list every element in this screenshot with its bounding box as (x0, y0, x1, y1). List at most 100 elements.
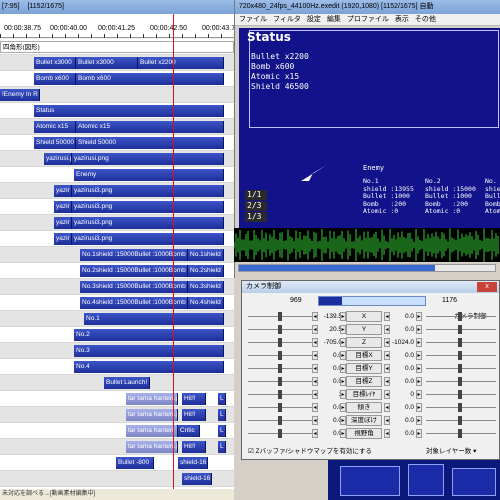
timeline-layer[interactable]: 四角形(図形) (0, 39, 234, 55)
increment-button[interactable]: ▸ (416, 364, 422, 373)
timeline-clip[interactable]: tar tama hanten.pn (126, 393, 178, 405)
timeline-layer[interactable]: shield-16 (0, 471, 234, 487)
param-slider-thumb[interactable] (278, 429, 282, 438)
param-slider-thumb[interactable] (458, 429, 462, 438)
increment-button[interactable]: ▸ (416, 338, 422, 347)
param-name-button[interactable]: 目標ﾚｲﾔ (346, 389, 382, 400)
param-value-right[interactable]: 0 (390, 390, 414, 399)
timeline-layer[interactable]: Bomb x600 Bomb x600 (0, 71, 234, 87)
param-value-right[interactable]: 0.0 (390, 416, 414, 425)
preview-canvas[interactable]: Status Bullet x2200 Bomb x600 Atomic x15… (239, 28, 500, 228)
param-slider-thumb[interactable] (278, 351, 282, 360)
timeline-layer[interactable]: No.2 (0, 327, 234, 343)
timeline-clip[interactable]: Bullet -800 (116, 457, 154, 469)
timeline-layer[interactable]: yazir yazirusi3.png (0, 231, 234, 247)
increment-button[interactable]: ▸ (416, 351, 422, 360)
param-value-left[interactable]: 0.0 (318, 416, 342, 425)
timeline-layer[interactable]: tar tama hanten.pn Hit!! L (0, 407, 234, 423)
timeline-clip[interactable]: yazirusi3.png (72, 185, 224, 197)
timeline-layer[interactable]: No.1 (0, 311, 234, 327)
timeline-clip[interactable]: Status (34, 105, 224, 117)
timeline-layer[interactable]: No.1shield :15000Bullet :1000Bomb No.1shi… (0, 247, 234, 263)
param-slider-thumb[interactable] (458, 377, 462, 386)
thumbnail-window[interactable] (340, 466, 400, 496)
timeline-clip[interactable]: Bullet x3000 (76, 57, 138, 69)
timeline-clip[interactable]: No.3shield (188, 281, 224, 293)
frame-range-bar[interactable] (318, 296, 426, 306)
param-value-right[interactable]: 0.0 (390, 429, 414, 438)
param-slider-thumb[interactable] (458, 351, 462, 360)
timeline-layer[interactable]: yazir yazirusi3.png (0, 199, 234, 215)
timeline-clip[interactable]: tar tama hanten.pn (126, 441, 178, 453)
param-slider-thumb[interactable] (278, 403, 282, 412)
param-slider-thumb[interactable] (278, 377, 282, 386)
timeline-clip[interactable]: No.1 (84, 313, 224, 325)
param-slider-thumb[interactable] (278, 416, 282, 425)
param-name-button[interactable]: 傾き (346, 402, 382, 413)
param-name-button[interactable]: 視野角 (346, 428, 382, 439)
timeline-clip[interactable]: L (218, 441, 226, 453)
timeline-clip[interactable]: yazir (54, 201, 72, 213)
timeline-layer[interactable]: yazir yazirusi3.png (0, 215, 234, 231)
param-value-left[interactable]: 1 (318, 390, 342, 399)
param-value-right[interactable]: 0.0 (390, 403, 414, 412)
timeline-clip[interactable]: Bullet Launch! (104, 377, 150, 389)
timeline-clip[interactable]: yazirusi3.png (72, 217, 224, 229)
param-name-button[interactable]: Z (346, 337, 382, 348)
timeline-clip[interactable]: Shield 50000 (76, 137, 224, 149)
increment-button[interactable]: ▸ (416, 312, 422, 321)
thumbnail-window[interactable] (408, 464, 444, 496)
zbuffer-checkbox[interactable]: ☑ Zバッファ/シャドウマップを有効にする (248, 445, 372, 455)
param-value-left[interactable]: 0.0 (318, 364, 342, 373)
timeline-clip[interactable]: No.4shield :15000Bullet :1000Bomb (80, 297, 188, 309)
param-slider-thumb[interactable] (458, 403, 462, 412)
timeline-layer[interactable]: Atomic x15 Atomic x15 (0, 119, 234, 135)
timeline-clip[interactable]: Hit!! (182, 393, 206, 405)
timeline-layer[interactable]: yazir yazirusi3.png (0, 183, 234, 199)
timeline-layer[interactable]: No.2shield :15000Bullet :1000Bomb No.2shi… (0, 263, 234, 279)
param-slider-thumb[interactable] (278, 338, 282, 347)
menu-item[interactable]: 編集 (327, 16, 341, 23)
close-button[interactable]: x (477, 282, 497, 292)
timeline-layer[interactable]: tar tama hanten.pn Hit!! L (0, 391, 234, 407)
timeline-clip[interactable]: No.2 (74, 329, 224, 341)
param-name-button[interactable]: 目標Y (346, 363, 382, 374)
timeline-clip[interactable]: !Enemy In R (0, 89, 40, 101)
param-slider-thumb[interactable] (458, 312, 462, 321)
param-slider-thumb[interactable] (278, 312, 282, 321)
timeline-clip[interactable]: Bullet x3000 (34, 57, 76, 69)
param-name-button[interactable]: X (346, 311, 382, 322)
timeline-clip[interactable]: shield-16 (178, 457, 208, 469)
param-value-right[interactable]: 0.0 (390, 325, 414, 334)
menu-item[interactable]: ファイル (239, 16, 267, 23)
timeline-clip[interactable]: No.2shield : (188, 265, 224, 277)
timeline-clip[interactable]: No.1shield (188, 249, 224, 261)
increment-button[interactable]: ▸ (416, 390, 422, 399)
timeline-ruler[interactable]: 00:00:38.75 00:00:40.00 00:00:41.25 00:00:4… (0, 14, 234, 38)
timeline-clip[interactable]: Hit!! (182, 409, 206, 421)
timeline-layer[interactable]: Bullet -800 shield-16 (0, 455, 234, 471)
timeline-layer[interactable]: tar tama hanten.pn Hit!! L (0, 439, 234, 455)
increment-button[interactable]: ▸ (416, 325, 422, 334)
param-name-button[interactable]: 深度ぼけ (346, 415, 382, 426)
preview-title-bar[interactable]: 720x480_24fps_44100Hz.exedit (1920,1080)… (235, 0, 500, 14)
timeline-clip[interactable]: Bomb x600 (76, 73, 224, 85)
increment-button[interactable]: ▸ (416, 377, 422, 386)
param-value-left[interactable]: -139.5 (318, 312, 342, 321)
menu-item[interactable]: 表示 (395, 16, 409, 23)
timeline-layer[interactable]: tar tama hanten Critic L (0, 423, 234, 439)
timeline-clip[interactable]: yazir (54, 233, 72, 245)
thumbnail-window[interactable] (452, 468, 496, 496)
playhead-cursor[interactable] (173, 14, 174, 489)
timeline-layer[interactable]: !Enemy In R (0, 87, 234, 103)
param-slider-thumb[interactable] (278, 325, 282, 334)
param-slider-thumb[interactable] (458, 416, 462, 425)
increment-button[interactable]: ▸ (416, 429, 422, 438)
timeline-clip[interactable]: tar tama hanten (126, 425, 178, 437)
param-value-right[interactable]: 0.0 (390, 377, 414, 386)
timeline-clip[interactable]: L (218, 393, 226, 405)
param-value-left[interactable]: 0.0 (318, 403, 342, 412)
timeline-clip[interactable]: yazir (54, 185, 72, 197)
timeline-layer[interactable]: Status (0, 103, 234, 119)
timeline-clip[interactable]: tar tama hanten.pn (126, 409, 178, 421)
